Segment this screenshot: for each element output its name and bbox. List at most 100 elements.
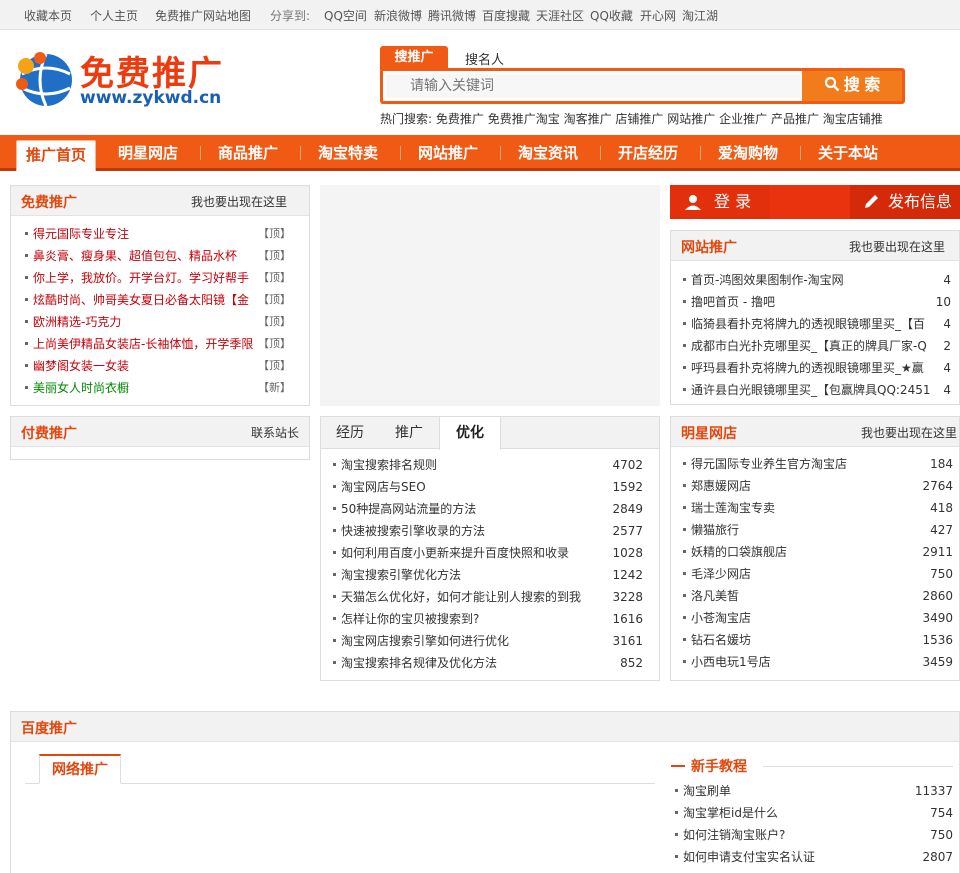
list-item[interactable]: 钻石名媛坊 1536	[683, 629, 953, 651]
sitemap-link[interactable]: 免费推广网站地图	[155, 7, 251, 24]
nav-taobao-sale[interactable]: 淘宝特卖	[304, 135, 392, 171]
list-item[interactable]: 欧洲精选-巧克力 【顶】	[25, 311, 291, 333]
list-item[interactable]: 小苍淘宝店 3490	[683, 607, 953, 629]
user-icon	[685, 195, 701, 210]
nav-shop-experience[interactable]: 开店经历	[604, 135, 692, 171]
hot-item[interactable]: 企业推广	[719, 112, 767, 126]
hot-item[interactable]: 免费推广	[436, 112, 484, 126]
list-item[interactable]: 瑞士莲淘宝专卖 418	[683, 497, 953, 519]
share-qq-favorites[interactable]: QQ收藏	[590, 7, 633, 24]
list-item[interactable]: 如何申请支付宝实名认证 2807	[675, 846, 953, 868]
list-item[interactable]: 鼻炎膏、瘦身果、超值包包、精品水杯 【顶】	[25, 245, 291, 267]
free-promo-list: 得元国际专业专注 【顶】 鼻炎膏、瘦身果、超值包包、精品水杯 【顶】 你上学，我放价…	[25, 223, 291, 399]
list-item[interactable]: 淘宝网店与SEO 1592	[333, 476, 643, 498]
nav-home[interactable]: 推广首页	[16, 140, 96, 171]
hot-item[interactable]: 店铺推广	[615, 112, 663, 126]
contact-admin-link[interactable]: 联系站长	[251, 424, 299, 441]
list-item[interactable]: 毛泽少网店 750	[683, 563, 953, 585]
list-item[interactable]: 如何注销淘宝账户? 750	[675, 824, 953, 846]
list-item[interactable]: 呼玛县看扑克将牌九的透视眼镜哪里买_★赢 4	[683, 357, 951, 379]
login-label: 登 录	[714, 192, 752, 211]
list-item[interactable]: 淘宝搜索排名规则 4702	[333, 454, 643, 476]
search-tab-celebrity[interactable]: 搜名人	[465, 49, 504, 68]
list-item[interactable]: 成都市白光扑克哪里买_【真正的牌具厂家-Q 2	[683, 335, 951, 357]
site-logo[interactable]: 免费推广 www.zykwd.cn	[12, 44, 242, 114]
list-item[interactable]: 妖精的口袋旗舰店 2911	[683, 541, 953, 563]
list-item[interactable]: 淘宝网店搜索引擎如何进行优化 3161	[333, 630, 643, 652]
free-promo-join-link[interactable]: 我也要出现在这里	[191, 193, 287, 210]
tab-promotion[interactable]: 推广	[379, 417, 439, 449]
nav-separator	[300, 146, 301, 160]
list-item[interactable]: 炫酷时尚、帅哥美女夏日必备太阳镜【金 【顶】	[25, 289, 291, 311]
share-tencent-weibo[interactable]: 腾讯微博	[428, 7, 476, 24]
hot-item[interactable]: 网站推广	[667, 112, 715, 126]
list-item[interactable]: 淘宝搜索引擎优化方法 1242	[333, 564, 643, 586]
list-item[interactable]: 天猫怎么优化好，如何才能让别人搜索的到我 3228	[333, 586, 643, 608]
search-button[interactable]: 搜 索	[802, 71, 902, 101]
list-item[interactable]: 小西电玩1号店 3459	[683, 651, 953, 673]
articles-tabbar: 经历 推广 优化	[321, 417, 659, 450]
free-promo-box: 免费推广 我也要出现在这里 得元国际专业专注 【顶】 鼻炎膏、瘦身果、超值包包、精…	[10, 185, 310, 406]
ad-placeholder	[320, 185, 660, 406]
logo-globe-icon	[16, 52, 72, 107]
share-taojianghu[interactable]: 淘江湖	[682, 7, 718, 24]
baidu-promo-title: 百度推广	[21, 721, 77, 737]
list-item[interactable]: 淘宝掌柜id是什么 754	[675, 802, 953, 824]
list-item[interactable]: 得元国际专业养生官方淘宝店 184	[683, 453, 953, 475]
list-item[interactable]: 美丽女人时尚衣橱 【新】	[25, 377, 291, 399]
list-item[interactable]: 首页-鸿图效果图制作-淘宝网 4	[683, 269, 951, 291]
list-item[interactable]: 洛凡美皙 2860	[683, 585, 953, 607]
nav-separator	[800, 146, 801, 160]
list-item[interactable]: 上尚美伊精品女装店-长袖体恤，开学季限 【顶】	[25, 333, 291, 355]
login-button[interactable]: 登 录	[670, 185, 770, 219]
list-item[interactable]: 郑惠媛网店 2764	[683, 475, 953, 497]
share-tianya[interactable]: 天涯社区	[536, 7, 584, 24]
nav-separator	[700, 146, 701, 160]
logo-url: www.zykwd.cn	[80, 88, 222, 108]
share-kaixin[interactable]: 开心网	[640, 7, 676, 24]
hot-item[interactable]: 产品推广	[771, 112, 819, 126]
share-baidu[interactable]: 百度搜藏	[482, 7, 530, 24]
nav-about[interactable]: 关于本站	[804, 135, 892, 171]
list-item[interactable]: 得元国际专业专注 【顶】	[25, 223, 291, 245]
list-item[interactable]: 撸吧首页 - 撸吧 10	[683, 291, 951, 313]
list-item[interactable]: 通许县白光眼镜哪里买_【包赢牌具QQ:2451 4	[683, 379, 951, 401]
hot-item[interactable]: 淘客推广	[564, 112, 612, 126]
list-item[interactable]: 如何利用百度小更新来提升百度快照和收录 1028	[333, 542, 643, 564]
hot-item[interactable]: 免费推广淘宝	[488, 112, 560, 126]
newbie-list: 淘宝刷单 11337 淘宝掌柜id是什么 754 如何注销淘宝账户? 750 如何申请…	[675, 780, 953, 868]
search-button-label: 搜 索	[843, 77, 881, 94]
list-item[interactable]: 怎样让你的宝贝被搜索到? 1616	[333, 608, 643, 630]
tab-experience[interactable]: 经历	[321, 417, 379, 449]
list-item[interactable]: 淘宝搜索排名规律及优化方法 852	[333, 652, 643, 674]
nav-star-shops[interactable]: 明星网店	[104, 135, 192, 171]
star-shop-join-link[interactable]: 我也要出现在这里	[861, 424, 957, 441]
list-item[interactable]: 你上学，我放价。开学台灯。学习好帮手 【顶】	[25, 267, 291, 289]
nav-site-promo[interactable]: 网站推广	[404, 135, 492, 171]
site-promo-join-link[interactable]: 我也要出现在这里	[849, 238, 945, 255]
search-tab-promo[interactable]: 搜推广	[380, 46, 448, 70]
share-label: 分享到:	[270, 9, 311, 23]
hot-item[interactable]: 淘宝店铺推	[823, 112, 883, 126]
list-item[interactable]: 50种提高网站流量的方法 2849	[333, 498, 643, 520]
nav-taobao-news[interactable]: 淘宝资讯	[504, 135, 592, 171]
list-item[interactable]: 幽梦阁女装一女装 【顶】	[25, 355, 291, 377]
nav-shopping[interactable]: 爱淘购物	[704, 135, 792, 171]
nav-separator	[600, 146, 601, 160]
list-item[interactable]: 懒猫旅行 427	[683, 519, 953, 541]
tab-optimization[interactable]: 优化	[439, 417, 501, 450]
search-input[interactable]	[386, 74, 801, 98]
paid-promo-box: 付费推广 联系站长	[10, 416, 310, 460]
list-item[interactable]: 快速被搜索引擎收录的方法 2577	[333, 520, 643, 542]
homepage-link[interactable]: 个人主页	[90, 7, 138, 24]
share-weibo[interactable]: 新浪微博	[374, 7, 422, 24]
list-item[interactable]: 淘宝刷单 11337	[675, 780, 953, 802]
nav-separator	[500, 146, 501, 160]
share-qzone[interactable]: QQ空间	[324, 7, 367, 24]
tab-network-promo[interactable]: 网络推广	[39, 754, 121, 784]
post-info-button[interactable]: 发布信息	[850, 185, 960, 219]
login-bar: 登 录 发布信息	[670, 185, 960, 219]
list-item[interactable]: 临猗县看扑克将牌九的透视眼镜哪里买_【百 4	[683, 313, 951, 335]
nav-product-promo[interactable]: 商品推广	[204, 135, 292, 171]
bookmark-link[interactable]: 收藏本页	[24, 7, 72, 24]
